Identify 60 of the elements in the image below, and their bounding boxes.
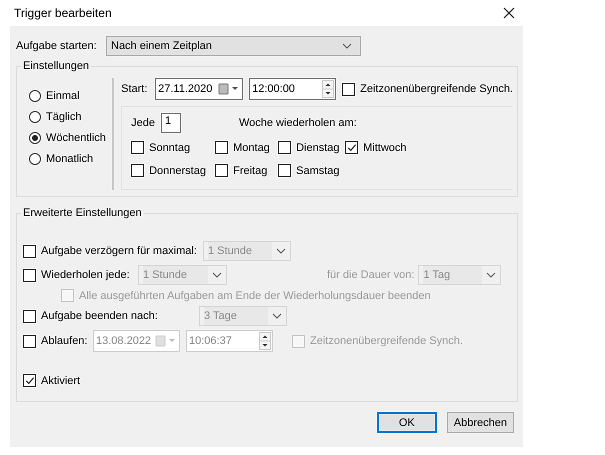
- field-label: Aufgabe starten:: [16, 40, 98, 52]
- checkbox-label: Montag: [233, 142, 270, 154]
- radio-label: Einmal: [46, 90, 80, 102]
- checkbox[interactable]: [23, 374, 36, 387]
- group-title: Einstellungen: [22, 60, 90, 72]
- radio-button[interactable]: [29, 132, 41, 144]
- checkbox-label: Zeitzonenübergreifende Synch.: [310, 335, 463, 347]
- dialog-button[interactable]: Abbrechen: [446, 412, 514, 433]
- radio-label: Wöchentlich: [46, 132, 106, 144]
- checkbox-label: Aktiviert: [41, 374, 80, 386]
- time-field[interactable]: 12:00:00: [249, 78, 336, 100]
- checkbox[interactable]: [278, 141, 292, 154]
- group-title: Erweiterte Einstellungen: [22, 207, 143, 219]
- caret-icon: [212, 272, 222, 278]
- checkbox[interactable]: [23, 244, 36, 258]
- field-label: Woche wiederholen am:: [238, 117, 357, 129]
- dialog-button[interactable]: OK: [376, 412, 437, 433]
- caret-icon: [342, 43, 352, 49]
- checkbox-label: Samstag: [296, 164, 340, 176]
- checkbox-label: Freitag: [233, 164, 268, 176]
- caret-icon: [276, 248, 286, 254]
- radio-button[interactable]: [29, 90, 41, 102]
- checkbox[interactable]: [23, 268, 36, 282]
- radio-button[interactable]: [29, 111, 41, 123]
- dropdown[interactable]: Nach einem Zeitplan: [106, 36, 361, 56]
- checkbox-label: Sonntag: [149, 142, 190, 154]
- checkbox-label: Ablaufen:: [41, 335, 88, 347]
- checkbox[interactable]: [215, 141, 228, 154]
- checkbox[interactable]: [345, 141, 358, 154]
- checkbox-label: Aufgabe beenden nach:: [41, 310, 158, 322]
- checkbox-label: Wiederholen jede:: [41, 269, 130, 281]
- checkbox[interactable]: [342, 82, 356, 96]
- checkbox-label: Zeitzonenübergreifende Synch.: [360, 83, 513, 95]
- checkbox[interactable]: [23, 310, 36, 322]
- radio-label: Monatlich: [46, 153, 94, 165]
- checkbox-label: Alle ausgeführten Aufgaben am Ende der Wiederholungsdauer beenden: [79, 290, 431, 302]
- radio-label: Täglich: [46, 111, 82, 123]
- checkbox[interactable]: [131, 164, 144, 177]
- checkbox-label: Mittwoch: [363, 142, 407, 154]
- spinner-icon: [322, 80, 334, 98]
- calendar-icon: [155, 335, 177, 347]
- field-label: für die Dauer von:: [327, 269, 414, 281]
- checkbox-label: Donnerstag: [149, 164, 206, 176]
- date-field[interactable]: 27.11.2020: [155, 78, 244, 100]
- close-icon[interactable]: [503, 7, 515, 19]
- input-field[interactable]: 1: [160, 113, 181, 133]
- field-label: Start:: [121, 83, 148, 95]
- spinner-icon: [259, 332, 271, 350]
- caret-icon: [486, 272, 496, 278]
- checkbox-label: Aufgabe verzögern für maximal:: [41, 245, 197, 257]
- radio-button[interactable]: [29, 153, 41, 165]
- checkbox-label: Dienstag: [296, 142, 340, 154]
- field-label: Jede: [131, 117, 155, 129]
- window-title: Trigger bearbeiten: [14, 6, 112, 20]
- checkbox[interactable]: [131, 141, 144, 154]
- checkbox[interactable]: [278, 164, 292, 177]
- checkbox[interactable]: [23, 334, 36, 348]
- calendar-icon: [218, 83, 240, 95]
- checkbox[interactable]: [215, 164, 228, 177]
- caret-icon: [272, 313, 282, 319]
